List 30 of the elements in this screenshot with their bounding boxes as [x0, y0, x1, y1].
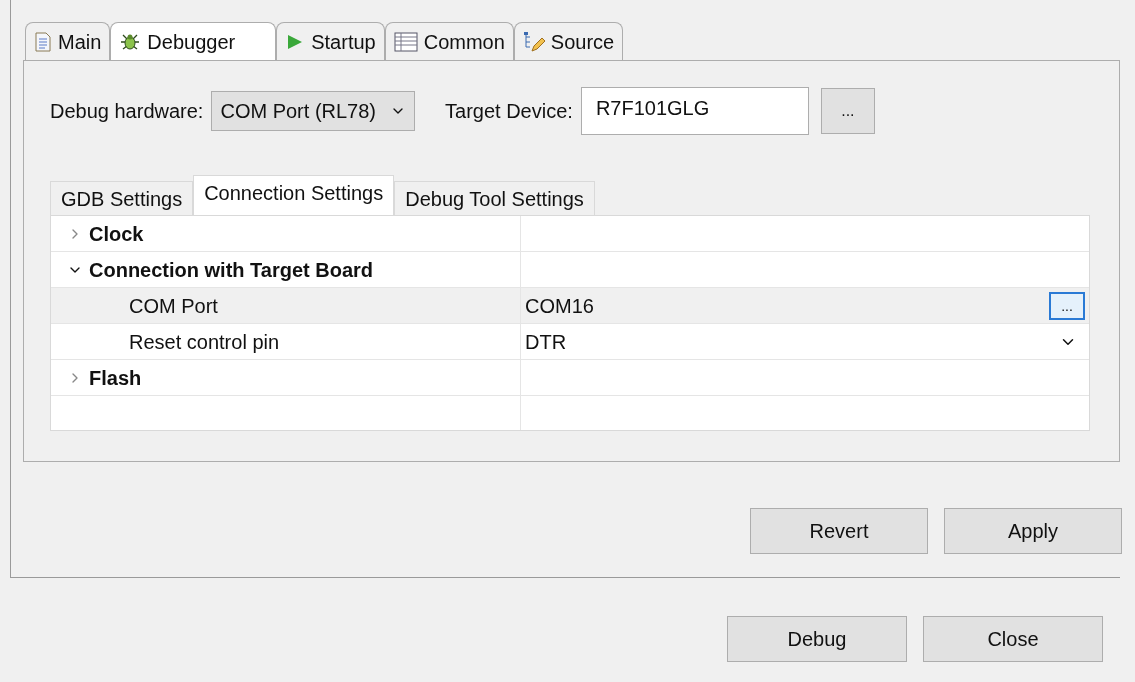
browse-button[interactable]: ... [820, 88, 875, 134]
tab[interactable]: Source [513, 22, 624, 60]
category-label: Connection with Target Board [89, 257, 374, 283]
panel-button[interactable]: Apply [944, 508, 1122, 554]
property-value: COM16 [525, 293, 594, 319]
field-label: Debug hardware: [50, 99, 204, 124]
category-label: Flash [89, 365, 142, 391]
dialog-button[interactable]: Debug [727, 616, 907, 662]
tab[interactable]: Common [384, 22, 514, 60]
document-icon [34, 31, 52, 52]
tab[interactable]: Debugger [110, 22, 277, 60]
property-value: DTR [525, 329, 567, 355]
table-icon [393, 31, 418, 52]
tab[interactable]: Debug Tool Settings [394, 181, 595, 215]
tab[interactable]: Startup [276, 22, 385, 60]
tab[interactable]: Main [25, 22, 111, 60]
property-row[interactable]: COM Port COM16 ... [51, 288, 1089, 324]
panel-button[interactable]: Revert [750, 508, 928, 554]
property-name: Reset control pin [129, 329, 280, 355]
property-name: COM Port [129, 293, 218, 319]
device-input[interactable]: R7F101GLG [580, 87, 809, 135]
browse-button[interactable]: ... [1049, 291, 1085, 320]
dialog-button[interactable]: Close [923, 616, 1103, 662]
tab[interactable]: GDB Settings [50, 181, 194, 215]
property-row[interactable]: Reset control pin DTR [51, 324, 1089, 360]
field-label: Target Device: [445, 99, 573, 124]
hardware-dropdown[interactable]: COM Port (RL78) [211, 91, 416, 131]
tab[interactable]: Connection Settings [193, 175, 395, 215]
tree-pencil-icon [522, 30, 545, 53]
category-label: Clock [89, 221, 144, 247]
